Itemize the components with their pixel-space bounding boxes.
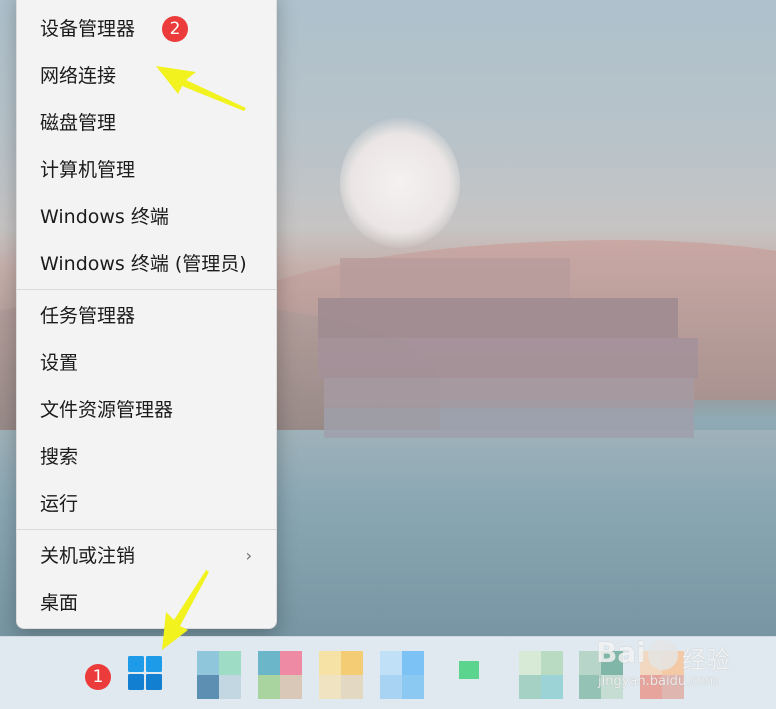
- annotation-arrow-icon: [156, 66, 246, 650]
- baidu-jingyan-watermark: Bai 经验 jingyan.baidu.com: [596, 636, 746, 694]
- watermark-url: jingyan.baidu.com: [598, 674, 718, 689]
- watermark-brand: Bai: [596, 636, 646, 669]
- paw-logo-icon: [648, 640, 678, 670]
- watermark-brand-cn: 经验: [682, 646, 730, 674]
